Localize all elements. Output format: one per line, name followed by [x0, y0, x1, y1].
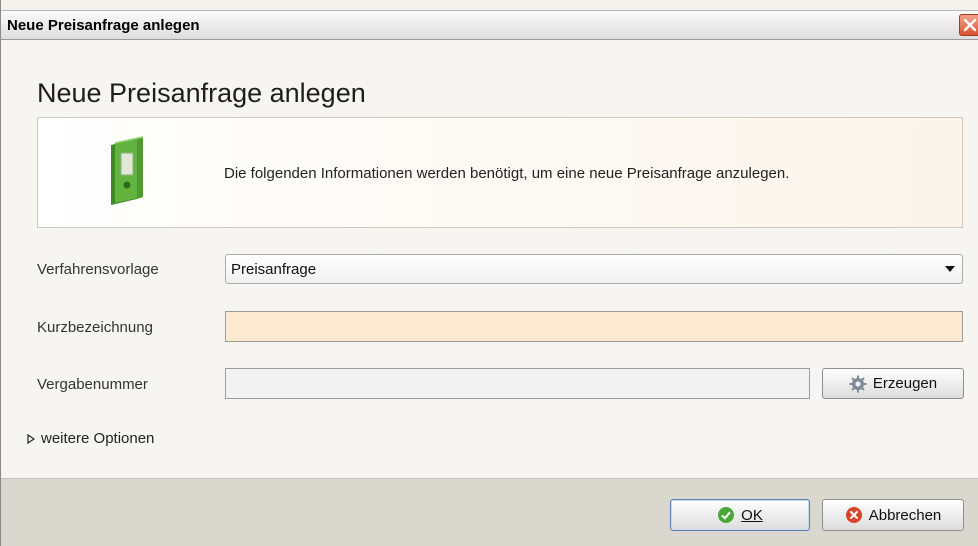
close-button[interactable] — [959, 14, 978, 36]
more-options-label: weitere Optionen — [41, 430, 155, 447]
info-panel: Die folgenden Informationen werden benöt… — [37, 117, 963, 228]
cancel-button[interactable]: Abbrechen — [822, 499, 964, 531]
erzeugen-label: Erzeugen — [872, 375, 938, 392]
gear-icon — [849, 375, 867, 392]
vergabenummer-label: Vergabenummer — [37, 376, 148, 393]
x-circle-icon — [845, 507, 862, 523]
info-text: Die folgenden Informationen werden benöt… — [224, 165, 790, 182]
dialog-content: Neue Preisanfrage anlegen Die folgenden … — [1, 40, 978, 478]
kurzbezeichnung-label: Kurzbezeichnung — [37, 319, 153, 336]
dialog-window: Neue Preisanfrage anlegen Neue Preisanfr… — [0, 0, 978, 546]
ok-button[interactable]: OK — [670, 499, 810, 531]
vergabenummer-input[interactable] — [225, 368, 810, 399]
kurzbezeichnung-input[interactable] — [225, 311, 963, 342]
erzeugen-button[interactable]: Erzeugen — [822, 368, 964, 399]
verfahrensvorlage-label: Verfahrensvorlage — [37, 261, 159, 278]
title-bar[interactable]: Neue Preisanfrage anlegen — [1, 10, 978, 40]
cancel-label: Abbrechen — [868, 506, 942, 524]
window-title: Neue Preisanfrage anlegen — [7, 17, 200, 34]
ok-label: OK — [741, 506, 763, 524]
page-title: Neue Preisanfrage anlegen — [37, 78, 366, 108]
check-circle-icon — [718, 507, 735, 523]
dialog-footer: OK Abbrechen — [1, 478, 978, 546]
binder-icon — [111, 136, 144, 205]
verfahrensvorlage-select[interactable]: Preisanfrage — [225, 254, 963, 284]
more-options-toggle[interactable]: weitere Optionen — [27, 430, 154, 447]
close-icon — [963, 18, 977, 32]
triangle-right-icon — [27, 433, 35, 444]
chevron-down-icon[interactable] — [945, 265, 955, 273]
verfahrensvorlage-value: Preisanfrage — [231, 261, 317, 278]
